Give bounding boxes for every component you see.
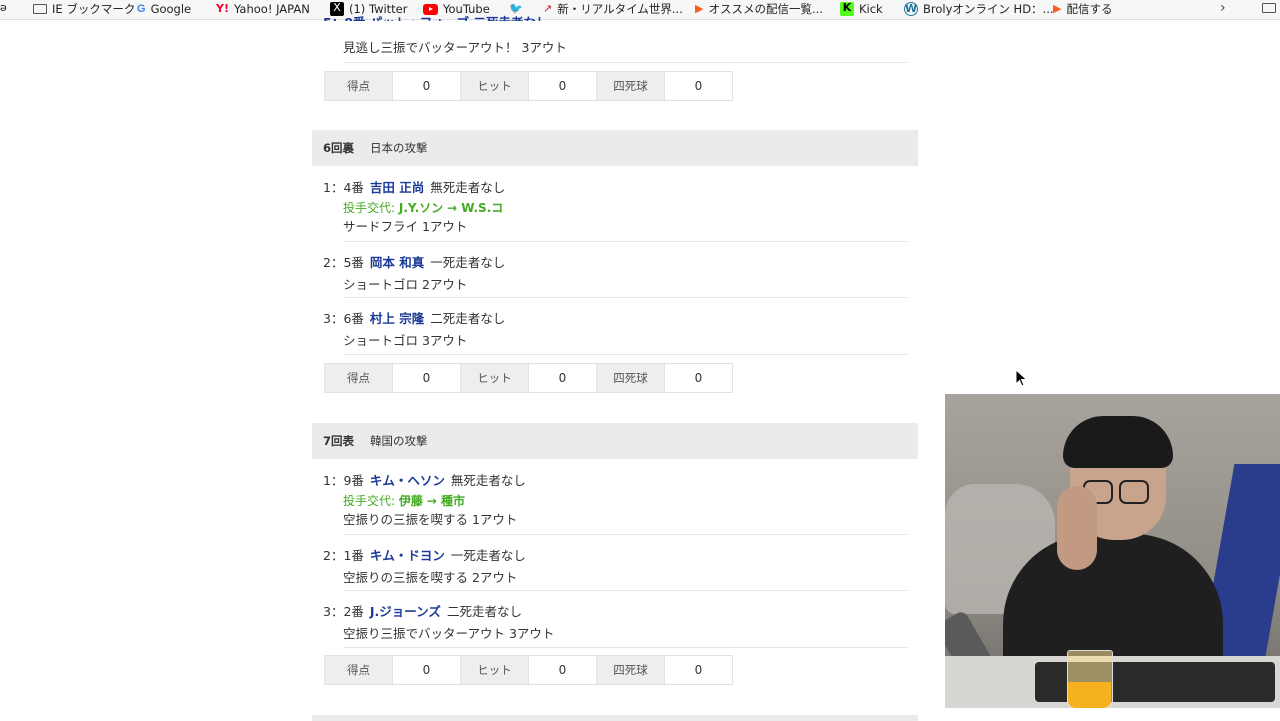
pitcher-change: 投手交代: J.Y.ソン → W.S.コ <box>343 199 503 216</box>
batting-order: 1：9番 <box>323 473 364 488</box>
stats-row: 得点 0 ヒット 0 四死球 0 <box>324 71 733 101</box>
folder-icon <box>33 4 47 14</box>
pitcher-change-label: 投手交代: <box>343 201 396 215</box>
old-pitcher[interactable]: J.Y.ソン <box>399 201 443 215</box>
hits-value: 0 <box>529 72 597 100</box>
walks-label: 四死球 <box>597 72 665 100</box>
inning-header: 6回裏 日本の攻撃 <box>312 130 918 166</box>
divider <box>343 590 908 591</box>
play-result: ショートゴロ 3アウト <box>343 333 468 348</box>
team-attack-label: 日本の攻撃 <box>370 141 428 155</box>
runs-value: 0 <box>393 656 461 684</box>
walks-label: 四死球 <box>597 656 665 684</box>
hits-value: 0 <box>529 656 597 684</box>
runs-label: 得点 <box>325 364 393 392</box>
runner-situation: 一死走者なし <box>450 548 526 563</box>
mouse-cursor-icon <box>1015 369 1028 387</box>
kick-icon: K <box>840 2 854 16</box>
wordpress-icon: W <box>904 2 918 16</box>
team-attack-label: 韓国の攻撃 <box>370 434 428 448</box>
inning-label: 6回裏 <box>323 141 355 155</box>
play-item: 5：8番 パット・フォーブ 二死走者なし 見逃し三振でバッターアウト！ 3アウト <box>312 15 908 75</box>
walks-value: 0 <box>665 72 732 100</box>
hits-label: ヒット <box>461 364 529 392</box>
walks-value: 0 <box>665 364 732 392</box>
chevron-right-icon[interactable]: › <box>1220 0 1226 16</box>
divider <box>343 62 908 63</box>
hits-label: ヒット <box>461 656 529 684</box>
partial-bookmark-icon[interactable]: ə <box>0 1 7 14</box>
bookmark-ie-folder[interactable]: IE ブックマーク <box>33 0 135 18</box>
batter-link[interactable]: キム・ヘソン <box>370 473 445 488</box>
batting-order: 1：4番 <box>323 180 364 195</box>
batter-link[interactable]: キム・ドヨン <box>370 548 445 563</box>
bookmark-label: Brolyオンライン HD：... <box>923 2 1054 16</box>
bookmark-broly[interactable]: W Brolyオンライン HD：... <box>904 0 1054 18</box>
divider <box>343 647 908 648</box>
runner-situation: 二死走者なし <box>430 311 506 326</box>
pitcher-change: 投手交代: 伊藤 → 種市 <box>343 492 465 509</box>
next-inning-header <box>312 715 918 721</box>
stream-icon: ▶ <box>695 2 704 15</box>
play-result: 空振りの三振を喫する 1アウト <box>343 512 518 527</box>
stats-row: 得点 0 ヒット 0 四死球 0 <box>324 655 733 685</box>
batting-order: 2：5番 <box>323 255 364 270</box>
runner-situation: 一死走者なし <box>430 255 506 270</box>
batter-link[interactable]: J.ジョーンズ <box>370 604 441 619</box>
batting-order: 3：2番 <box>323 604 364 619</box>
play-result: サードフライ 1アウト <box>343 219 468 234</box>
other-bookmarks-folder-icon[interactable] <box>1262 3 1276 13</box>
batter-link[interactable]: 村上 宗隆 <box>370 311 424 326</box>
inning-label: 7回表 <box>323 434 355 448</box>
hits-value: 0 <box>529 364 597 392</box>
new-pitcher[interactable]: → W.S.コ <box>447 201 503 215</box>
bookmark-google[interactable]: G Google <box>137 0 191 18</box>
new-pitcher[interactable]: → 種市 <box>427 494 465 508</box>
runs-label: 得点 <box>325 72 393 100</box>
play-result: 空振りの三振を喫する 2アウト <box>343 570 518 585</box>
runner-situation: 二死走者なし <box>446 604 522 619</box>
batter-link[interactable]: 岡本 和真 <box>370 255 424 270</box>
webcam-juice <box>1068 682 1111 708</box>
bookmark-label: Google <box>150 2 192 16</box>
bookmark-label: Yahoo! JAPAN <box>233 2 310 16</box>
pitcher-change-label: 投手交代: <box>343 494 396 508</box>
webcam-person-hand <box>1057 486 1097 570</box>
play-result: 空振り三振でバッターアウト 3アウト <box>343 626 555 641</box>
bookmark-label: IE ブックマーク <box>52 2 136 16</box>
stats-row: 得点 0 ヒット 0 四死球 0 <box>324 363 733 393</box>
batter-link[interactable]: 吉田 正尚 <box>370 180 424 195</box>
walks-value: 0 <box>665 656 732 684</box>
divider <box>343 354 908 355</box>
runs-value: 0 <box>393 364 461 392</box>
webcam-person-hair <box>1063 416 1173 468</box>
play-result: 見逃し三振でバッターアウト！ 3アウト <box>343 40 567 55</box>
stream-icon: ▶ <box>1053 2 1062 15</box>
bookmark-haishin[interactable]: ▶ 配信する <box>1053 0 1112 18</box>
divider <box>343 241 908 242</box>
walks-label: 四死球 <box>597 364 665 392</box>
bookmark-yahoo[interactable]: Y! Yahoo! JAPAN <box>216 0 310 18</box>
inning-header: 7回表 韓国の攻撃 <box>312 423 918 459</box>
bookmark-label: Kick <box>859 2 883 16</box>
clipped-play-line: 5：8番 パット・フォーブ 二死走者なし <box>323 12 548 21</box>
batting-order: 3：6番 <box>323 311 364 326</box>
yahoo-icon: Y! <box>216 2 229 15</box>
divider <box>343 534 908 535</box>
play-result: ショートゴロ 2アウト <box>343 277 468 292</box>
bookmark-label: 配信する <box>1066 2 1113 16</box>
runs-value: 0 <box>393 72 461 100</box>
webcam-glasses <box>1119 480 1149 504</box>
webcam-overlay <box>945 394 1280 708</box>
batting-order: 2：1番 <box>323 548 364 563</box>
google-icon: G <box>137 3 146 15</box>
hits-label: ヒット <box>461 72 529 100</box>
runner-situation: 無死走者なし <box>450 473 526 488</box>
old-pitcher[interactable]: 伊藤 <box>399 494 423 508</box>
divider <box>343 297 908 298</box>
runs-label: 得点 <box>325 656 393 684</box>
runner-situation: 無死走者なし <box>430 180 506 195</box>
